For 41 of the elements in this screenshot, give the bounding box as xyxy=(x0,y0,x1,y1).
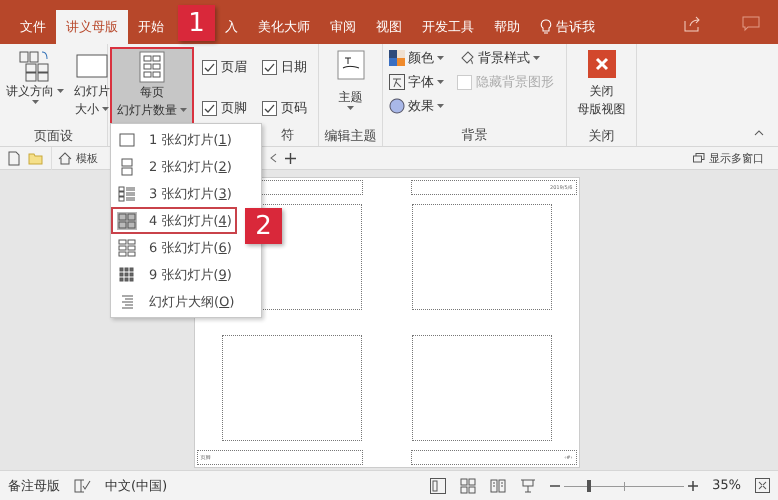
theme-button[interactable]: 主题 xyxy=(332,47,368,127)
placeholder-checkbox[interactable]: 页眉 xyxy=(202,54,260,80)
language-label: 中文(中国) xyxy=(105,478,168,494)
tell-me-button[interactable]: 告诉我 xyxy=(530,10,605,44)
ribbon-tab[interactable]: 入 xyxy=(215,10,248,44)
colors-button[interactable]: 颜色 xyxy=(387,46,455,70)
ribbon-tab[interactable]: 讲义母版 xyxy=(56,10,128,44)
menu-item[interactable]: 9 张幻灯片(9) xyxy=(111,261,237,288)
ribbon-tab[interactable]: 开始 xyxy=(128,10,174,44)
ribbon-tab[interactable]: 开发工具 xyxy=(412,10,484,44)
menu-item[interactable]: 幻灯片大纲(O) xyxy=(111,288,237,315)
orientation-button[interactable]: 讲义方向 xyxy=(2,47,68,127)
menu-item[interactable]: 2 张幻灯片(2) xyxy=(111,153,237,180)
ribbon-tab[interactable]: 视图 xyxy=(366,10,412,44)
menu-item[interactable]: 4 张幻灯片(4) xyxy=(111,207,237,234)
placeholder-checkbox[interactable]: 页码 xyxy=(262,95,320,121)
step-badge: 1 xyxy=(178,5,215,41)
ribbon-tab[interactable]: 美化大师 xyxy=(248,10,320,44)
ribbon-tab[interactable]: 文件 xyxy=(10,10,56,44)
placeholder-checkbox[interactable]: 日期 xyxy=(262,54,320,80)
group-label: 关闭 xyxy=(588,128,616,146)
fonts-button[interactable]: 字体 xyxy=(387,70,455,94)
background-styles-button[interactable]: 背景样式 xyxy=(457,46,567,70)
group-label: 页面设 xyxy=(33,128,74,146)
view-label: 备注母版 xyxy=(8,478,60,494)
slides-per-page-button[interactable]: 每页 幻灯片数量 xyxy=(110,47,194,126)
group-label: 背景 xyxy=(460,127,488,145)
zoom-level[interactable]: 35% xyxy=(712,478,741,493)
multi-window-button[interactable]: 显示多窗口 xyxy=(687,146,770,170)
menu-item[interactable]: 1 张幻灯片(1) xyxy=(111,126,237,153)
ribbon-tab[interactable]: 帮助 xyxy=(484,10,530,44)
menu-item[interactable]: 3 张幻灯片(3) xyxy=(111,180,237,207)
menu-item[interactable]: 6 张幻灯片(6) xyxy=(111,234,237,261)
step-badge: 2 xyxy=(245,208,282,244)
ribbon-tab[interactable]: 审阅 xyxy=(320,10,366,44)
placeholder-checkbox[interactable]: 页脚 xyxy=(202,95,260,121)
document-tab[interactable]: 模板 xyxy=(51,146,104,170)
effects-button[interactable]: 效果 xyxy=(387,94,455,118)
group-label: 符 xyxy=(281,127,294,145)
group-label: 编辑主题 xyxy=(324,128,378,146)
close-master-view-button[interactable]: 关闭 母版视图 xyxy=(574,47,630,127)
